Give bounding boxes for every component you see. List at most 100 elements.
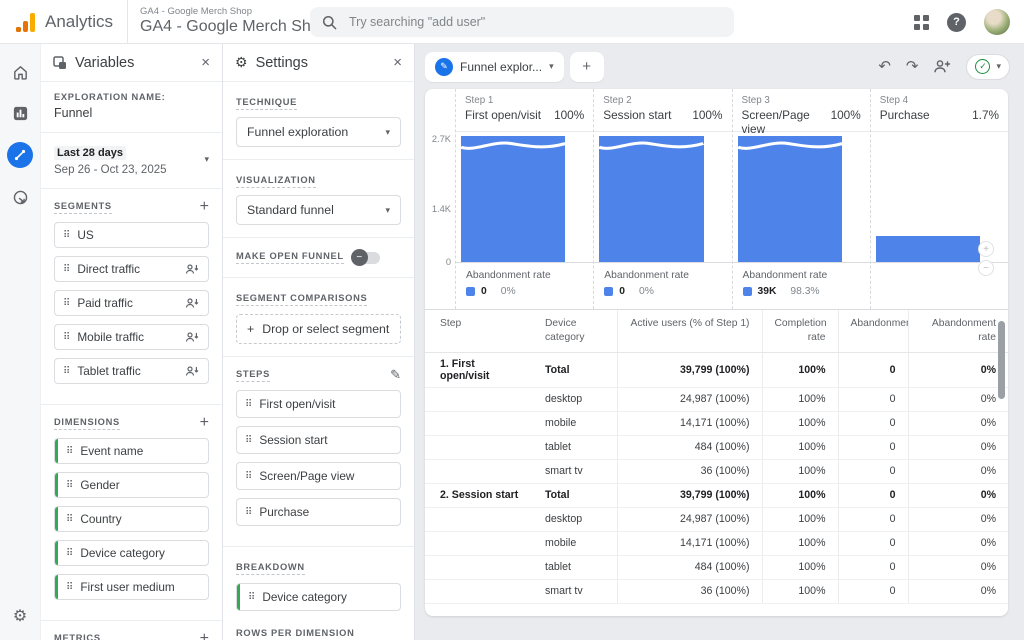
drag-handle-icon[interactable]: ⠿	[63, 230, 70, 241]
funnel-step-chip[interactable]: ⠿ Screen/Page view	[236, 462, 401, 490]
segment-chip[interactable]: ⠿ US	[54, 222, 209, 248]
segment-chip[interactable]: ⠿ Mobile traffic	[54, 324, 209, 350]
add-tab-button[interactable]: +	[570, 52, 604, 82]
rows-per-dimension-label: ROWS PER DIMENSION	[236, 628, 355, 640]
table-row: tablet 484 (100%) 100% 0 0%	[425, 555, 1008, 579]
funnel-bar[interactable]	[599, 136, 703, 262]
visualization-select[interactable]: Standard funnel ▾	[236, 195, 401, 225]
drag-handle-icon[interactable]: ⠿	[66, 582, 73, 593]
reports-icon[interactable]	[8, 101, 32, 125]
add-segment-button[interactable]: +	[200, 199, 209, 215]
analytics-logo-icon[interactable]	[16, 12, 35, 32]
make-open-funnel-toggle[interactable]: −	[354, 252, 380, 264]
funnel-bar[interactable]	[461, 136, 565, 262]
zoom-out-button[interactable]: −	[978, 260, 994, 276]
breakdown-chip[interactable]: ⠿ Device category	[236, 583, 401, 611]
property-switcher[interactable]: GA4 - Google Merch Shop GA4 - Google Mer…	[140, 7, 329, 36]
explore-icon-active[interactable]	[7, 142, 33, 168]
property-label: GA4 - Google Merch Shop	[140, 7, 329, 18]
cell-abandonments: 0	[838, 579, 908, 603]
steps-section: STEPS ✎ ⠿ First open/visit ⠿ Session sta…	[223, 357, 414, 547]
segment-chip[interactable]: ⠿ Direct traffic	[54, 256, 209, 282]
step-plot-area	[733, 132, 870, 263]
technique-select[interactable]: Funnel exploration ▾	[236, 117, 401, 147]
saved-status-button[interactable]: ✓ ▾	[966, 54, 1010, 80]
add-dimension-button[interactable]: +	[200, 415, 209, 431]
exploration-name-label: EXPLORATION NAME:	[54, 92, 209, 102]
drag-handle-icon[interactable]: ⠿	[66, 514, 73, 525]
drag-handle-icon[interactable]: ⠿	[66, 480, 73, 491]
people-icon	[185, 264, 200, 275]
left-nav-rail: ⚙	[0, 44, 40, 640]
close-variables-icon[interactable]: ×	[201, 54, 210, 71]
dimension-chip[interactable]: ⠿ Event name	[54, 438, 209, 464]
cell-step	[425, 531, 533, 555]
cell-completion-rate: 100%	[762, 387, 838, 411]
cell-abandonment-rate: 0%	[908, 579, 1008, 603]
step-number-label: Step 1	[465, 95, 584, 106]
segment-chip[interactable]: ⠿ Tablet traffic	[54, 358, 209, 384]
drag-handle-icon[interactable]: ⠿	[248, 592, 255, 603]
drag-handle-icon[interactable]: ⠿	[245, 507, 252, 518]
drag-handle-icon[interactable]: ⠿	[66, 446, 73, 457]
segments-section: SEGMENTS + ⠿ US ⠿ Direct traffic	[41, 189, 222, 405]
drag-handle-icon[interactable]: ⠿	[63, 264, 70, 275]
abandonment-rate: 0%	[639, 286, 654, 297]
segment-chip[interactable]: ⠿ Paid traffic	[54, 290, 209, 316]
cell-completion-rate: 100%	[762, 483, 838, 507]
drag-handle-icon[interactable]: ⠿	[245, 435, 252, 446]
funnel-step-column: Step 3 Screen/Page view 100%	[732, 89, 870, 309]
table-scrollbar-thumb[interactable]	[998, 321, 1005, 399]
close-settings-icon[interactable]: ×	[393, 54, 402, 71]
cell-active-users: 14,171 (100%)	[617, 531, 762, 555]
help-icon[interactable]: ?	[947, 13, 966, 32]
header-divider	[127, 0, 128, 44]
date-range-section[interactable]: Last 28 days Sep 26 - Oct 23, 2025 ▾	[41, 133, 222, 189]
home-icon[interactable]	[8, 60, 32, 84]
add-metric-button[interactable]: +	[200, 631, 209, 640]
google-apps-icon[interactable]	[914, 15, 929, 30]
advertising-icon[interactable]	[8, 185, 32, 209]
col-abandonment-rate: Abandonment rate	[908, 310, 1008, 353]
cell-step: 1. First open/visit	[425, 352, 533, 387]
drag-handle-icon[interactable]: ⠿	[245, 399, 252, 410]
drag-handle-icon[interactable]: ⠿	[63, 366, 70, 377]
exploration-name-input[interactable]: Funnel	[54, 106, 209, 120]
drag-handle-icon[interactable]: ⠿	[66, 548, 73, 559]
drag-handle-icon[interactable]: ⠿	[63, 332, 70, 343]
drag-handle-icon[interactable]: ⠿	[245, 471, 252, 482]
tab-funnel-exploration[interactable]: ✎ Funnel explor... ▾	[425, 52, 564, 82]
share-add-user-icon[interactable]	[933, 59, 951, 74]
funnel-step-column: Step 2 Session start 100%	[593, 89, 731, 309]
funnel-bar[interactable]	[876, 236, 980, 262]
edit-steps-icon[interactable]: ✎	[390, 367, 401, 383]
dimension-chip[interactable]: ⠿ Gender	[54, 472, 209, 498]
dimension-chip[interactable]: ⠿ First user medium	[54, 574, 209, 600]
drop-segment-target[interactable]: + Drop or select segment	[236, 314, 401, 344]
cell-active-users: 36 (100%)	[617, 459, 762, 483]
dimension-chip[interactable]: ⠿ Device category	[54, 540, 209, 566]
funnel-bar[interactable]	[738, 136, 842, 262]
funnel-step-chip[interactable]: ⠿ Session start	[236, 426, 401, 454]
funnel-step-chip[interactable]: ⠿ Purchase	[236, 498, 401, 526]
admin-gear-icon[interactable]: ⚙	[0, 606, 40, 626]
cell-abandonments: 0	[838, 507, 908, 531]
zoom-in-button[interactable]: +	[978, 241, 994, 257]
undo-icon[interactable]: ↶	[878, 59, 891, 74]
redo-icon[interactable]: ↷	[906, 59, 919, 74]
step-rate: 100%	[554, 108, 584, 122]
cell-abandonment-rate: 0%	[908, 387, 1008, 411]
cell-active-users: 24,987 (100%)	[617, 387, 762, 411]
global-search[interactable]	[310, 7, 734, 37]
people-icon	[185, 366, 200, 377]
search-input[interactable]	[347, 14, 722, 30]
top-app-bar: Analytics GA4 - Google Merch Shop GA4 - …	[0, 0, 1024, 44]
cell-abandonments: 0	[838, 483, 908, 507]
user-avatar[interactable]	[984, 9, 1010, 35]
toggle-knob: −	[351, 249, 368, 266]
drag-handle-icon[interactable]: ⠿	[63, 298, 70, 309]
search-icon	[322, 15, 337, 30]
dimension-chip[interactable]: ⠿ Country	[54, 506, 209, 532]
funnel-step-chip[interactable]: ⠿ First open/visit	[236, 390, 401, 418]
plus-icon: +	[247, 322, 254, 336]
